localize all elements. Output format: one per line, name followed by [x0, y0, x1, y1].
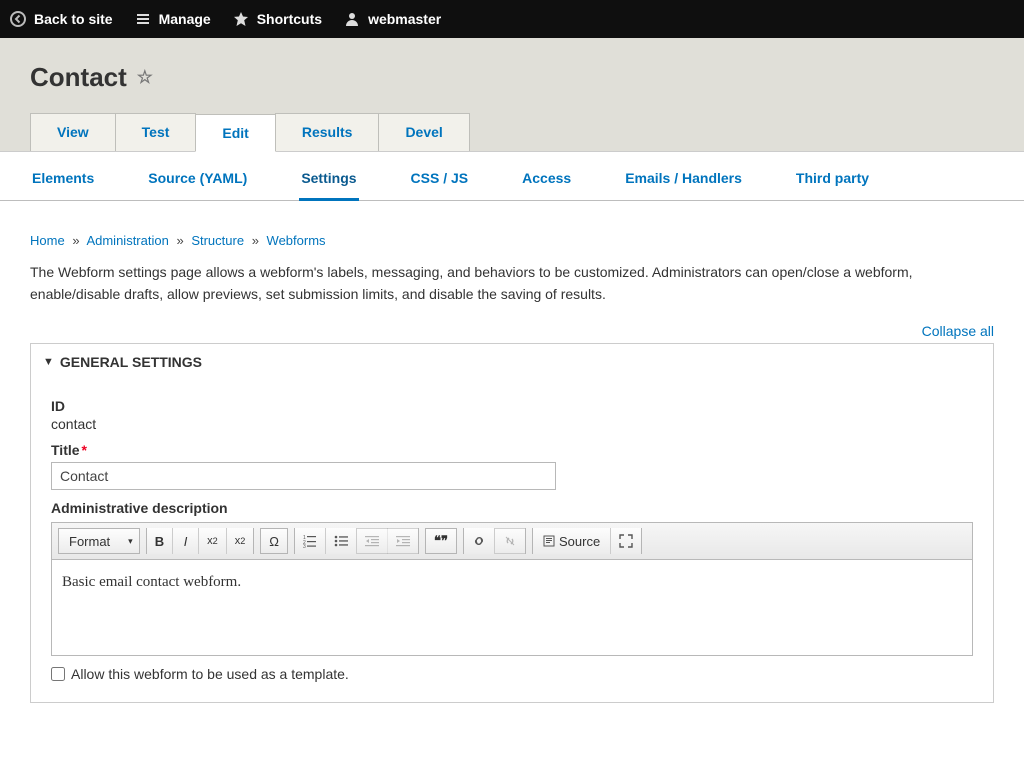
tab-results[interactable]: Results: [275, 113, 380, 151]
breadcrumb: Home » Administration » Structure » Webf…: [30, 233, 994, 248]
blockquote-button[interactable]: ❝❞: [425, 528, 457, 554]
list-indent-group: 123: [294, 528, 419, 554]
crumb-sep: »: [176, 233, 183, 248]
crumb-sep: »: [72, 233, 79, 248]
subtab-third[interactable]: Third party: [794, 152, 871, 200]
numbered-list-button[interactable]: 123: [295, 528, 326, 554]
indent-button[interactable]: [388, 528, 418, 554]
format-dropdown[interactable]: Format ▾: [58, 528, 140, 554]
general-settings-body: ID contact Title* Administrative descrip…: [31, 380, 993, 702]
back-to-site-label: Back to site: [34, 11, 113, 27]
title-field: Title*: [51, 442, 973, 490]
page-header: Contact ☆ View Test Edit Results Devel: [0, 38, 1024, 152]
subtab-source[interactable]: Source (YAML): [146, 152, 249, 200]
italic-button[interactable]: I: [173, 528, 199, 554]
subtab-settings[interactable]: Settings: [299, 152, 358, 201]
title-label-text: Title: [51, 442, 80, 458]
unlink-button[interactable]: [495, 528, 525, 554]
hamburger-icon: [135, 11, 151, 27]
page-title-row: Contact ☆: [30, 62, 994, 93]
special-char-button[interactable]: Ω: [260, 528, 288, 554]
text-style-group: B I x2 x2: [146, 528, 255, 554]
template-checkbox[interactable]: [51, 667, 65, 681]
crumb-sep: »: [252, 233, 259, 248]
admin-desc-field: Administrative description Format ▾ B I …: [51, 500, 973, 656]
caret-down-icon: ▾: [128, 536, 133, 547]
general-settings-title: General Settings: [60, 354, 202, 370]
tab-test[interactable]: Test: [115, 113, 197, 151]
superscript-button[interactable]: x2: [227, 528, 254, 554]
id-value: contact: [51, 416, 973, 432]
crumb-webforms[interactable]: Webforms: [267, 233, 326, 248]
page-title: Contact: [30, 62, 127, 93]
bold-button[interactable]: B: [147, 528, 173, 554]
tab-edit[interactable]: Edit: [195, 114, 275, 152]
admin-desc-label: Administrative description: [51, 500, 973, 516]
back-to-site-link[interactable]: Back to site: [10, 11, 113, 27]
secondary-tabs: Elements Source (YAML) Settings CSS / JS…: [0, 152, 1024, 201]
manage-link[interactable]: Manage: [135, 11, 211, 27]
editor-body[interactable]: Basic email contact webform.: [52, 560, 972, 655]
format-dropdown-label: Format: [69, 534, 110, 549]
outdent-button[interactable]: [357, 528, 388, 554]
collapse-triangle-icon: ▼: [43, 356, 54, 368]
crumb-structure[interactable]: Structure: [191, 233, 244, 248]
shortcut-star-icon[interactable]: ☆: [137, 67, 153, 88]
admin-toolbar: Back to site Manage Shortcuts webmaster: [0, 0, 1024, 38]
help-text: The Webform settings page allows a webfo…: [30, 262, 994, 305]
source-button[interactable]: Source: [533, 528, 611, 554]
title-input[interactable]: [51, 462, 556, 490]
maximize-button[interactable]: [611, 528, 641, 554]
primary-tabs: View Test Edit Results Devel: [30, 113, 994, 151]
link-group: [463, 528, 526, 554]
template-checkbox-row[interactable]: Allow this webform to be used as a templ…: [51, 666, 973, 682]
tab-devel[interactable]: Devel: [378, 113, 469, 151]
id-field: ID contact: [51, 398, 973, 432]
link-button[interactable]: [464, 528, 495, 554]
subtab-access[interactable]: Access: [520, 152, 573, 200]
general-settings-header[interactable]: ▼ General Settings: [31, 344, 993, 380]
subscript-button[interactable]: x2: [199, 528, 227, 554]
template-checkbox-label: Allow this webform to be used as a templ…: [71, 666, 349, 682]
source-group: Source: [532, 528, 642, 554]
bullet-list-button[interactable]: [326, 528, 357, 554]
manage-label: Manage: [159, 11, 211, 27]
shortcuts-link[interactable]: Shortcuts: [233, 11, 322, 27]
crumb-home[interactable]: Home: [30, 233, 65, 248]
back-circle-icon: [10, 11, 26, 27]
star-icon: [233, 11, 249, 27]
subtab-emails[interactable]: Emails / Handlers: [623, 152, 744, 200]
subtab-elements[interactable]: Elements: [30, 152, 96, 200]
id-label: ID: [51, 398, 973, 414]
collapse-all-link[interactable]: Collapse all: [922, 323, 994, 339]
user-icon: [344, 11, 360, 27]
source-button-label: Source: [559, 534, 600, 549]
title-label: Title*: [51, 442, 973, 458]
editor-toolbar: Format ▾ B I x2 x2 Ω 123: [52, 523, 972, 560]
tab-view[interactable]: View: [30, 113, 116, 151]
general-settings-panel: ▼ General Settings ID contact Title* Adm…: [30, 343, 994, 703]
collapse-all-row: Collapse all: [30, 323, 994, 339]
user-label: webmaster: [368, 11, 441, 27]
user-link[interactable]: webmaster: [344, 11, 441, 27]
svg-text:3: 3: [303, 544, 306, 548]
shortcuts-label: Shortcuts: [257, 11, 322, 27]
subtab-cssjs[interactable]: CSS / JS: [409, 152, 471, 200]
crumb-admin[interactable]: Administration: [86, 233, 168, 248]
rich-text-editor: Format ▾ B I x2 x2 Ω 123: [51, 522, 973, 656]
content: Home » Administration » Structure » Webf…: [0, 201, 1024, 763]
required-marker: *: [82, 442, 87, 458]
